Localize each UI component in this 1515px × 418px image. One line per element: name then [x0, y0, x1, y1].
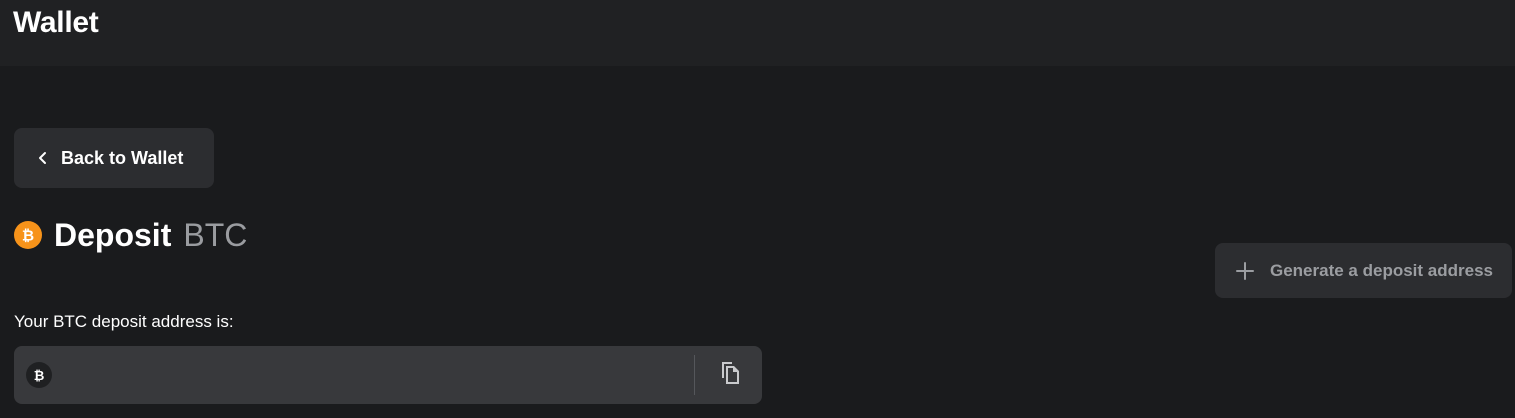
svg-text:₿: ₿: [34, 369, 45, 384]
copy-address-button[interactable]: [714, 359, 746, 391]
chevron-left-icon: [36, 151, 50, 165]
bitcoin-small-icon: ₿: [26, 362, 52, 388]
generate-deposit-address-button[interactable]: Generate a deposit address: [1215, 243, 1512, 298]
plus-icon: [1236, 261, 1254, 280]
deposit-address-input[interactable]: [64, 346, 688, 406]
back-to-wallet-label: Back to Wallet: [61, 147, 184, 168]
generate-deposit-address-label: Generate a deposit address: [1270, 260, 1493, 280]
field-divider: [694, 355, 695, 395]
deposit-address-field: ₿: [14, 346, 762, 406]
currency-code: BTC: [183, 216, 248, 253]
svg-text:₿: ₿: [22, 227, 34, 245]
deposit-address-label: Your BTC deposit address is:: [14, 312, 234, 331]
bitcoin-icon: ₿: [14, 221, 42, 249]
deposit-heading: ₿ Deposit BTC: [14, 212, 247, 258]
copy-icon: [718, 360, 742, 391]
top-header: Wallet: [0, 0, 1515, 66]
page-header-title: Wallet: [13, 6, 99, 39]
back-to-wallet-button[interactable]: Back to Wallet: [14, 128, 214, 188]
deposit-title: Deposit: [54, 216, 172, 253]
